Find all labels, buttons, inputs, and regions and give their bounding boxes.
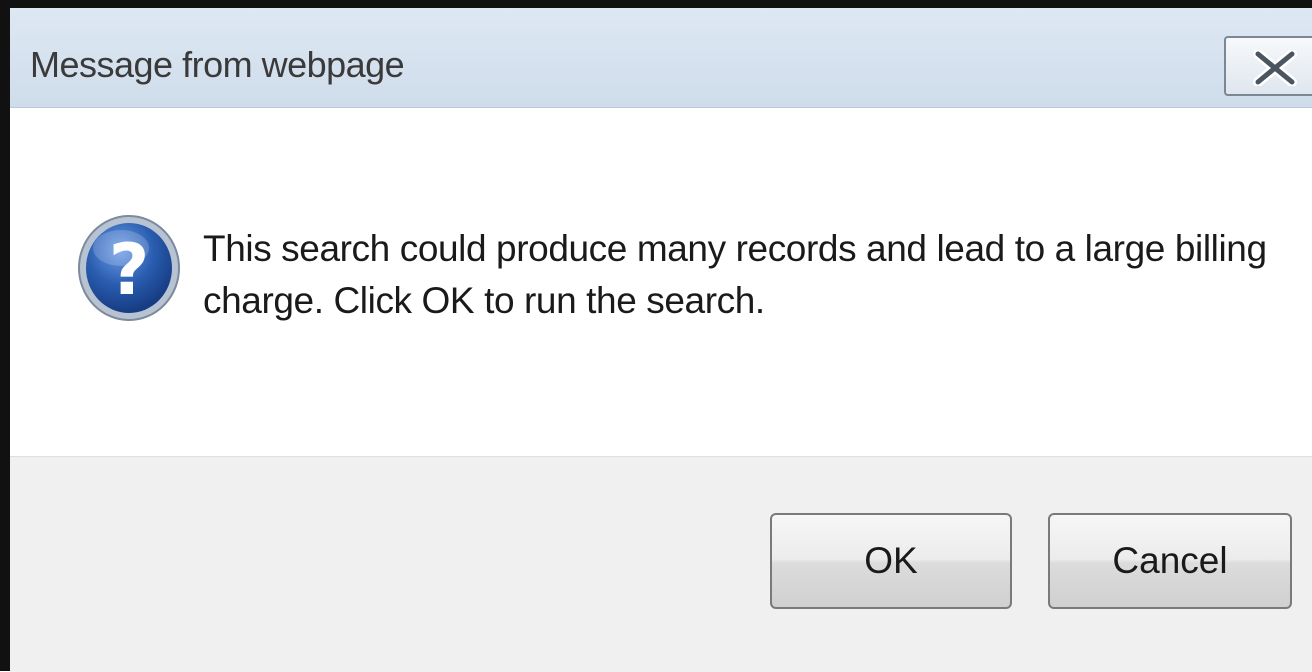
message-dialog: Message from webpage ? This search could… — [0, 0, 1312, 672]
dialog-titlebar[interactable]: Message from webpage — [10, 8, 1312, 108]
dialog-message: This search could produce many records a… — [203, 228, 1267, 321]
dialog-footer: OK Cancel — [10, 456, 1312, 672]
dialog-content: ? This search could produce many records… — [10, 108, 1312, 456]
close-icon — [1253, 50, 1297, 86]
dialog-title: Message from webpage — [30, 44, 405, 85]
close-button[interactable] — [1224, 36, 1312, 96]
question-icon: ? — [78, 215, 180, 321]
ok-button[interactable]: OK — [770, 513, 1012, 609]
cancel-button[interactable]: Cancel — [1048, 513, 1292, 609]
svg-text:?: ? — [109, 229, 150, 311]
